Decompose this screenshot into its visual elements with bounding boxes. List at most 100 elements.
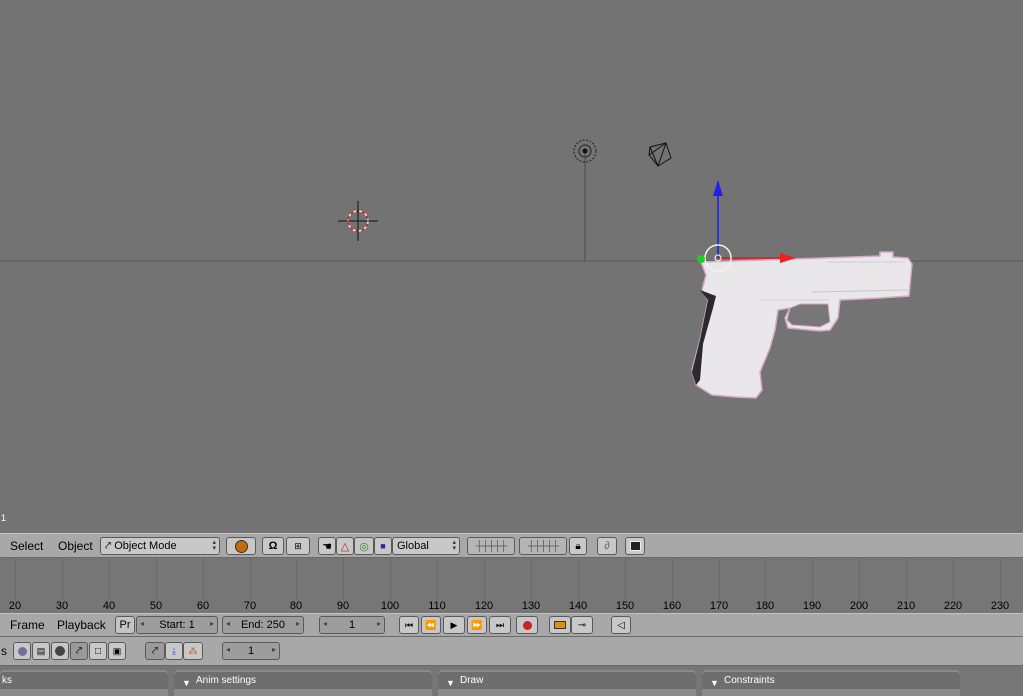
ruler-tick-label: 90: [336, 600, 350, 612]
left-arrow-icon: ◂: [323, 619, 328, 628]
current-frame-field[interactable]: ◂ 1 ▸: [319, 616, 385, 634]
ruler-tick-label: 170: [709, 600, 729, 612]
snap-button[interactable]: ⊞: [286, 537, 310, 555]
buttons-left-label: s: [1, 644, 7, 658]
constraints-panel[interactable]: ▼ Constraints: [702, 670, 960, 696]
record-button[interactable]: [516, 616, 538, 634]
anim-settings-title[interactable]: ▼ Anim settings: [174, 672, 432, 689]
preview-range-button[interactable]: Pr: [115, 616, 135, 634]
particles-icon: ⁂: [188, 645, 198, 656]
orientation-label: Global: [397, 540, 429, 552]
timeline-gridline: [765, 558, 766, 600]
keying-set-button[interactable]: [549, 616, 571, 634]
frame-menu[interactable]: Frame: [10, 618, 45, 632]
constraints-title[interactable]: ▼ Constraints: [702, 672, 960, 689]
buttons-frame-field[interactable]: ◂ 1 ▸: [222, 642, 280, 660]
object-subcontext-button[interactable]: ⤤: [145, 642, 165, 660]
ruler-tick-label: 140: [568, 600, 588, 612]
scale-button[interactable]: ■: [374, 537, 392, 555]
lamp-object[interactable]: [573, 139, 597, 261]
ruler-tick-label: 210: [896, 600, 916, 612]
physics-subcontext-button[interactable]: ⤓: [165, 642, 183, 660]
3d-viewport[interactable]: 1: [0, 0, 1023, 533]
frame-indicator: 1: [1, 513, 7, 523]
ruler-tick-label: 200: [849, 600, 869, 612]
timeline-gridline: [625, 558, 626, 600]
camera-object[interactable]: [648, 142, 672, 167]
timeline-gridline: [343, 558, 344, 600]
hand-icon: ☚: [322, 540, 332, 553]
timeline-gridline: [156, 558, 157, 600]
previous-key-button[interactable]: ⏪: [421, 616, 441, 634]
editing-context-button[interactable]: □: [89, 642, 107, 660]
right-arrow-icon: ▸: [376, 619, 381, 628]
ruler-tick-label: 110: [428, 600, 446, 612]
pivot-button[interactable]: Ω: [262, 537, 284, 555]
transform-manipulator[interactable]: [697, 180, 796, 272]
scene-context-button[interactable]: ▣: [108, 642, 126, 660]
anim-settings-panel[interactable]: ▼ Anim settings: [174, 670, 432, 696]
layers-grid-icon: ┼┼┼┼┼: [527, 540, 559, 552]
ruler-tick-label: 120: [474, 600, 494, 612]
ruler-tick-label: 80: [289, 600, 303, 612]
timeline-gridline: [812, 558, 813, 600]
pistol-mesh-object[interactable]: [691, 251, 913, 399]
select-menu[interactable]: Select: [10, 539, 43, 553]
ruler-tick-label: 130: [521, 600, 541, 612]
next-key-button[interactable]: ⏩: [467, 616, 487, 634]
draw-title[interactable]: ▼ Draw: [438, 672, 696, 689]
particles-subcontext-button[interactable]: ⁂: [183, 642, 203, 660]
orientation-selector[interactable]: Global ▴ ▾: [392, 537, 460, 555]
collapse-triangle-icon: ▼: [182, 678, 191, 688]
timeline-gridline: [296, 558, 297, 600]
lock-icon: 🔒︎: [575, 540, 581, 552]
shading-context-button[interactable]: [51, 642, 69, 660]
current-frame-value: 1: [348, 619, 356, 631]
manipulator-toggle[interactable]: ☚: [318, 537, 336, 555]
play-button[interactable]: ▶: [443, 616, 465, 634]
layers-grid-1[interactable]: ┼┼┼┼┼: [467, 537, 515, 555]
timeline-area[interactable]: [0, 558, 1023, 600]
script-context-button[interactable]: ▤: [32, 642, 50, 660]
mode-selector[interactable]: ⤤ Object Mode ▴ ▾: [100, 537, 220, 555]
collapse-triangle-icon: ▼: [710, 678, 719, 688]
pivot-icon: Ω: [268, 540, 278, 552]
jump-end-button[interactable]: ⏭: [489, 616, 511, 634]
constraints-label: Constraints: [724, 675, 775, 686]
right-arrow-icon: ▸: [295, 619, 300, 628]
translate-button[interactable]: △: [336, 537, 354, 555]
links-panel[interactable]: ks: [0, 670, 168, 696]
previous-key-icon: ⏪: [425, 619, 437, 630]
rotate-button[interactable]: ◎: [354, 537, 374, 555]
timeline-gridline: [1000, 558, 1001, 600]
object-menu[interactable]: Object: [58, 539, 93, 553]
audio-button[interactable]: ◁: [611, 616, 631, 634]
script-icon: ▤: [36, 645, 46, 656]
key-icon: ⊸: [577, 619, 587, 631]
timeline-gridline: [15, 558, 16, 600]
playback-menu[interactable]: Playback: [57, 618, 106, 632]
logic-context-button[interactable]: [13, 642, 31, 660]
anim-settings-label: Anim settings: [196, 675, 257, 686]
jump-start-button[interactable]: ⏮: [399, 616, 419, 634]
draw-type-button[interactable]: [226, 537, 256, 555]
viewport-canvas[interactable]: [0, 0, 1023, 533]
updown-arrows-icon: ▴ ▾: [452, 539, 456, 552]
draw-panel[interactable]: ▼ Draw: [438, 670, 696, 696]
timeline-ruler[interactable]: 20 30 40 50 60 70 80 90 100 110 120 130 140 150 160 170…: [0, 600, 1023, 613]
ruler-tick-label: 40: [102, 600, 116, 612]
layers-grid-2[interactable]: ┼┼┼┼┼: [519, 537, 567, 555]
timeline-gridline: [719, 558, 720, 600]
timeline-gridline: [109, 558, 110, 600]
ruler-tick-label: 50: [149, 600, 163, 612]
ruler-tick-label: 70: [243, 600, 257, 612]
jump-end-icon: ⏭: [495, 619, 505, 630]
render-button[interactable]: [625, 537, 645, 555]
grease-button[interactable]: ∂: [597, 537, 617, 555]
insert-key-button[interactable]: ⊸: [571, 616, 593, 634]
object-context-button[interactable]: ⤤: [70, 642, 88, 660]
left-arrow-icon: ◂: [226, 645, 231, 654]
start-frame-field[interactable]: ◂ Start: 1 ▸: [136, 616, 218, 634]
end-frame-field[interactable]: ◂ End: 250 ▸: [222, 616, 304, 634]
lock-layers-button[interactable]: 🔒︎: [569, 537, 587, 555]
